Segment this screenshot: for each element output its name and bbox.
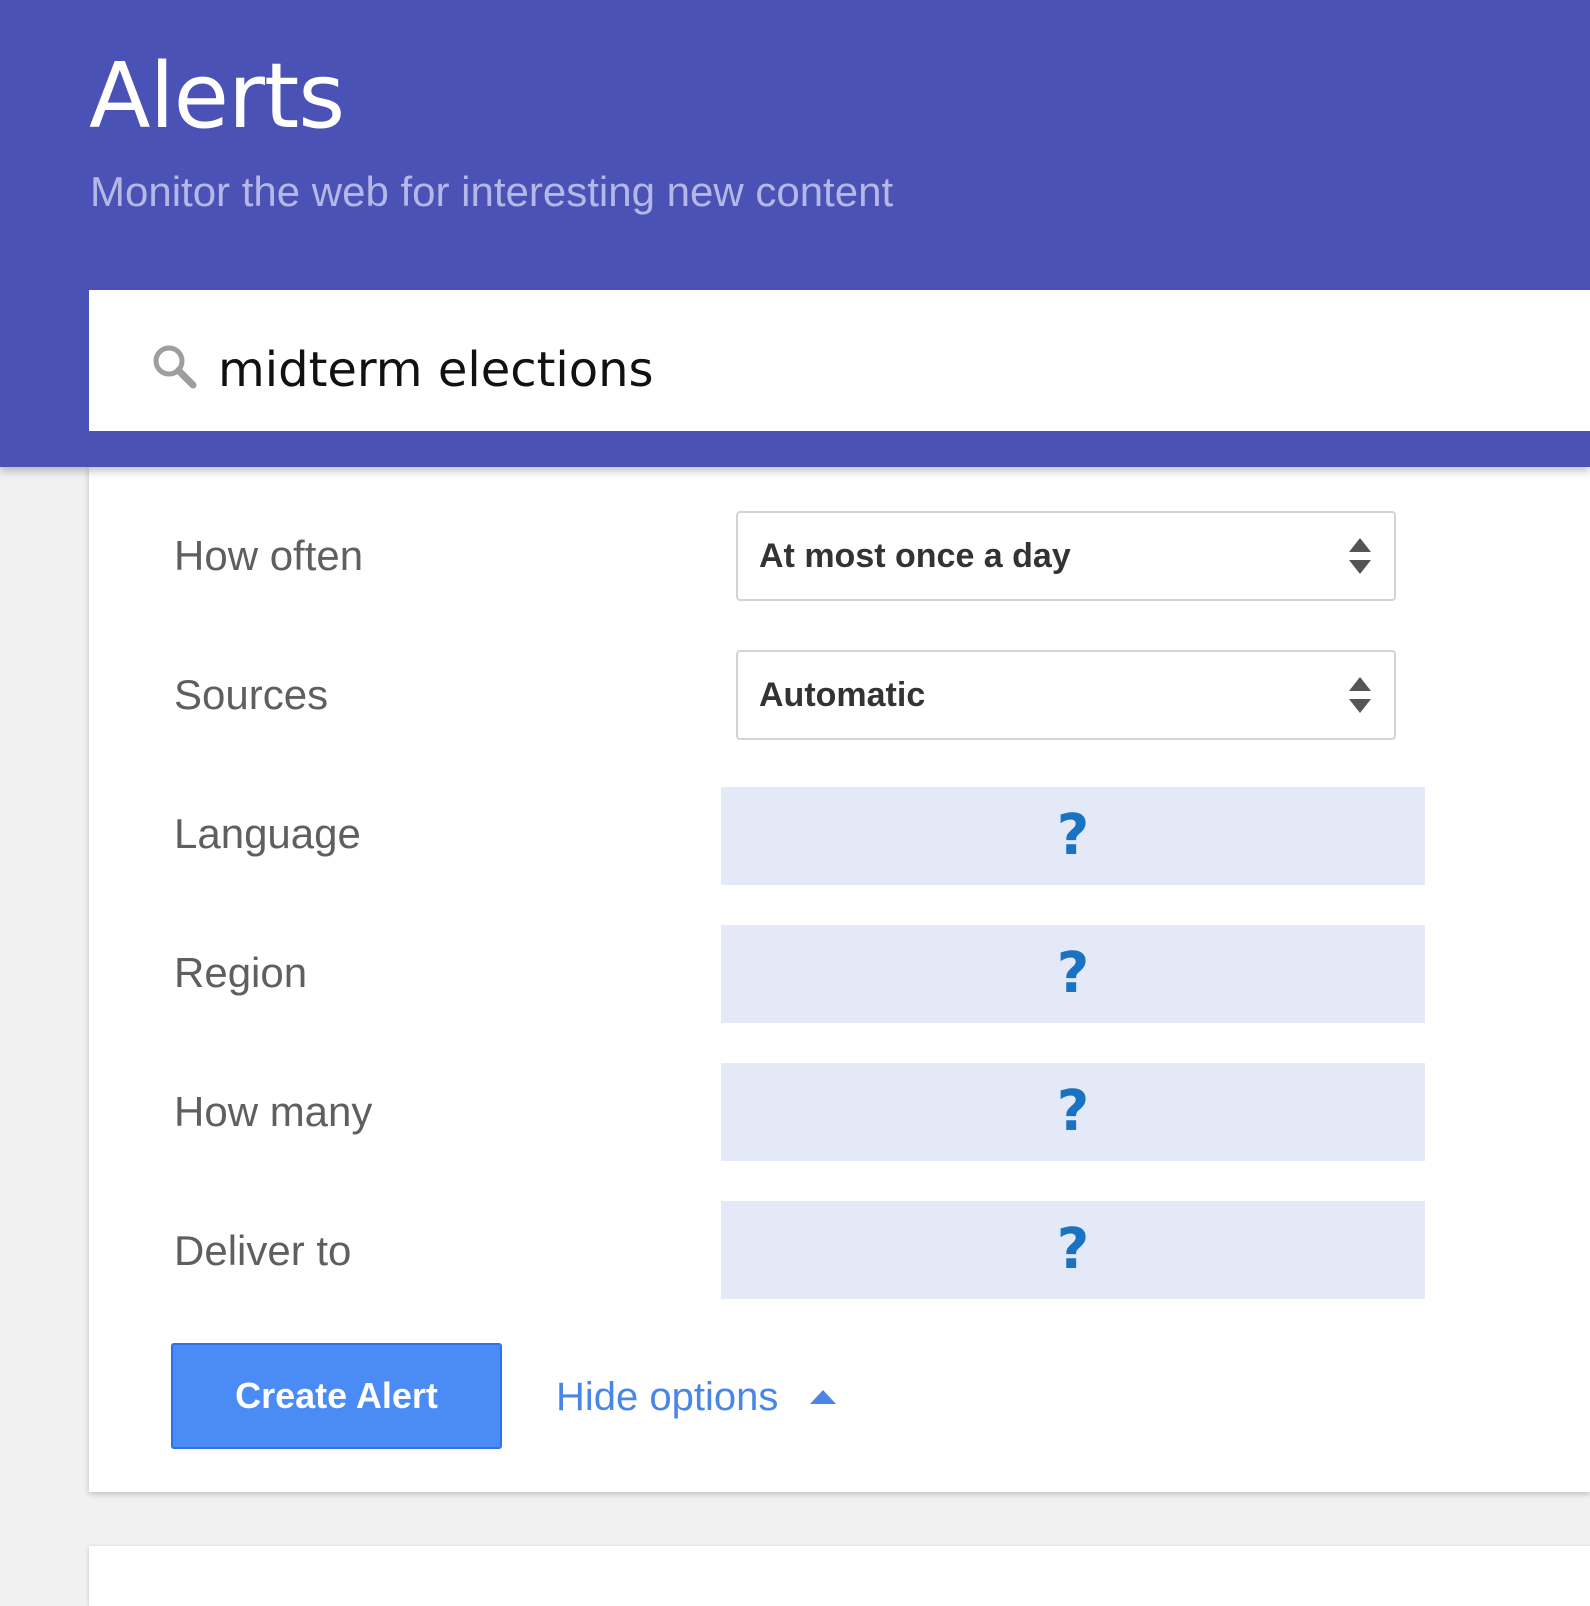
deliver-to-value: ? [1056,1217,1090,1282]
create-alert-label: Create Alert [235,1375,438,1416]
header: Alerts Monitor the web for interesting n… [0,0,1590,467]
hide-options-link[interactable]: Hide options [556,1371,837,1423]
region-value: ? [1056,941,1090,1006]
how-often-value: At most once a day [759,537,1071,575]
language-value: ? [1056,803,1090,868]
deliver-to-label: Deliver to [174,1227,352,1274]
search-input[interactable] [218,335,1518,405]
select-arrows-icon [1349,677,1371,713]
hide-options-label: Hide options [556,1375,779,1419]
region-select[interactable]: ? [721,925,1425,1023]
select-arrows-icon [1349,538,1371,574]
sources-label: Sources [174,671,329,718]
page-subtitle: Monitor the web for interesting new cont… [90,168,894,215]
how-many-value: ? [1056,1079,1090,1144]
alerts-list-card [89,1546,1590,1606]
deliver-to-select[interactable]: ? [721,1201,1425,1299]
how-often-label: How often [174,532,364,579]
search-icon [153,345,197,389]
language-label: Language [174,810,361,857]
language-select[interactable]: ? [721,787,1425,885]
page-title: Alerts [89,44,345,149]
how-many-label: How many [174,1088,373,1135]
caret-up-icon [809,1390,836,1404]
how-many-select[interactable]: ? [721,1063,1425,1161]
how-often-select[interactable]: At most once a day [736,511,1396,601]
sources-value: Automatic [759,676,926,714]
create-alert-button[interactable]: Create Alert [171,1343,502,1449]
region-label: Region [174,949,308,996]
sources-select[interactable]: Automatic [736,650,1396,740]
